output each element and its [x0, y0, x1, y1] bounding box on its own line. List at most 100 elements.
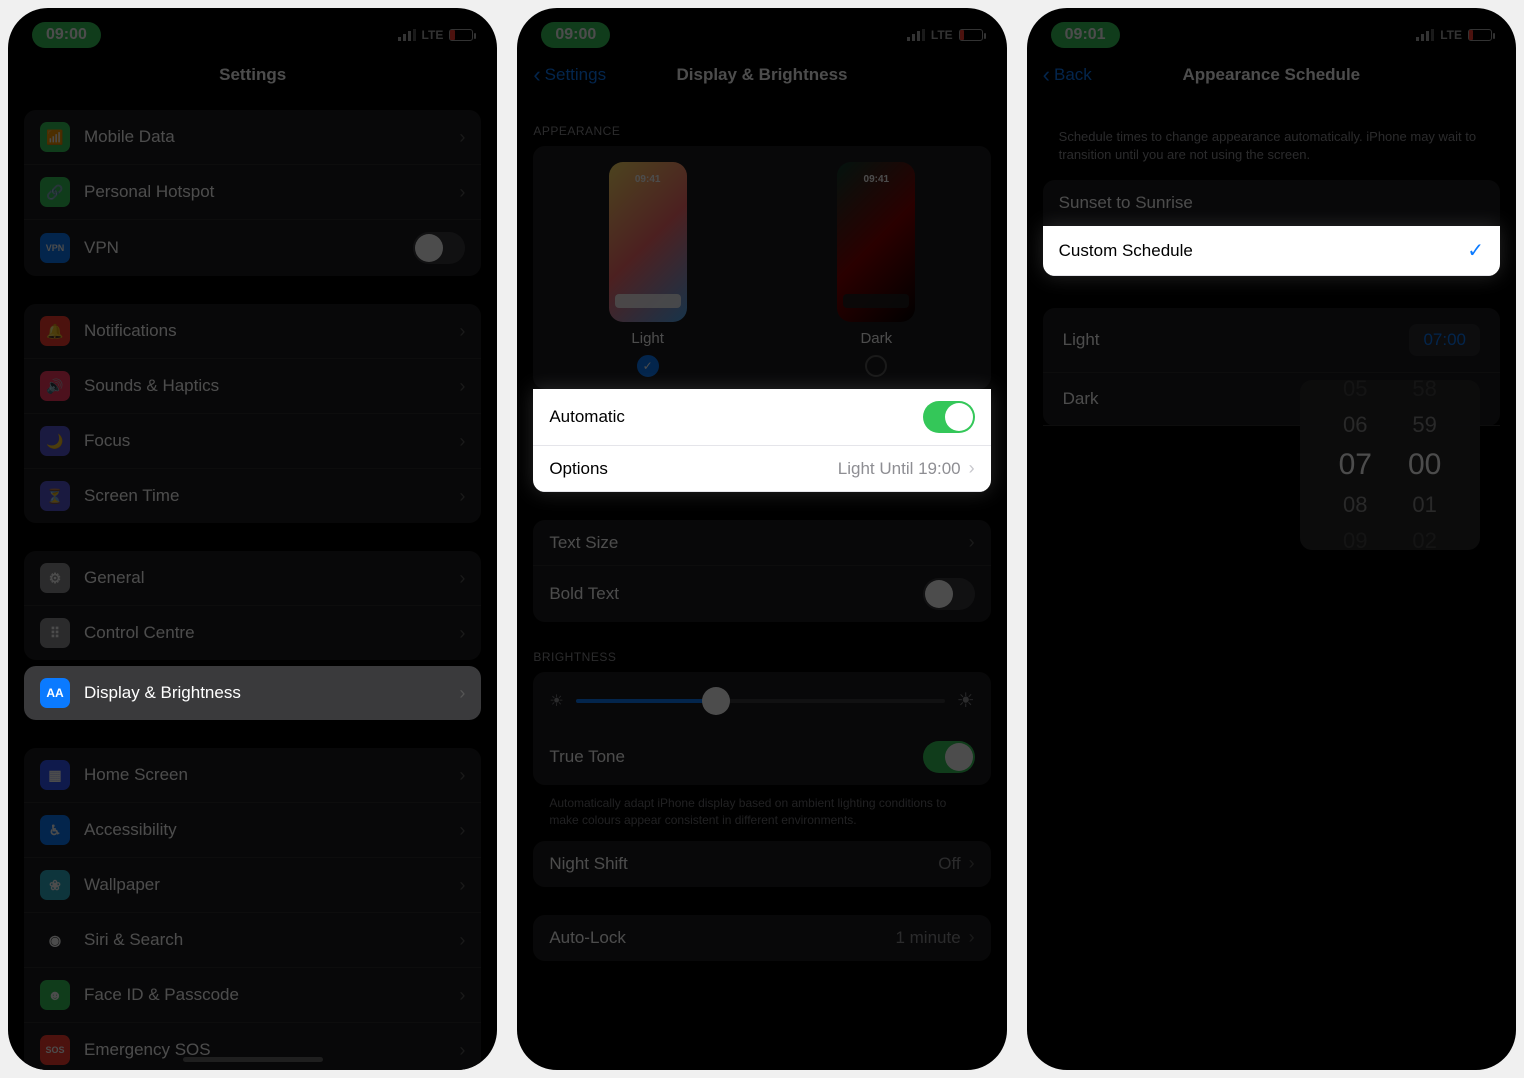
chevron-right-icon: ›	[459, 985, 465, 1006]
brightness-slider[interactable]	[576, 699, 945, 703]
chevron-right-icon: ›	[459, 127, 465, 148]
brightness-slider-row[interactable]: ☀︎ ☀︎	[533, 672, 990, 729]
chevron-right-icon: ›	[459, 930, 465, 951]
settings-row-wallpaper[interactable]: ❀Wallpaper›	[24, 858, 481, 913]
chevron-right-icon: ›	[969, 853, 975, 874]
settings-row-hotspot[interactable]: 🔗Personal Hotspot›	[24, 165, 481, 220]
home-indicator[interactable]	[183, 1057, 323, 1062]
settings-row-general[interactable]: ⚙︎General›	[24, 551, 481, 606]
sunset-sunrise-row[interactable]: Sunset to Sunrise	[1043, 180, 1500, 226]
navbar: ‹ Back Appearance Schedule	[1027, 52, 1516, 98]
settings-row-focus[interactable]: 🌙Focus›	[24, 414, 481, 469]
display-brightness-screen: 09:00 LTE ‹ Settings Display & Brightnes…	[517, 8, 1006, 1070]
chevron-right-icon: ›	[459, 431, 465, 452]
truetone-toggle[interactable]	[923, 741, 975, 773]
settings-row-notifications[interactable]: 🔔Notifications›	[24, 304, 481, 359]
settings-row-display[interactable]: AADisplay & Brightness›	[24, 666, 481, 720]
schedule-help: Schedule times to change appearance auto…	[1059, 128, 1484, 164]
page-title: Settings	[219, 65, 286, 85]
chevron-left-icon: ‹	[1043, 62, 1050, 88]
page-title: Display & Brightness	[676, 65, 847, 85]
chevron-right-icon: ›	[459, 765, 465, 786]
light-time-value[interactable]: 07:00	[1409, 324, 1480, 356]
battery-icon	[449, 29, 473, 41]
focus-icon: 🌙	[40, 426, 70, 456]
dark-thumb: 09:41	[837, 162, 915, 322]
hour-wheel[interactable]: 05 06 07 08 09	[1321, 376, 1390, 554]
signal-icon	[1416, 29, 1434, 41]
general-icon: ⚙︎	[40, 563, 70, 593]
signal-icon	[398, 29, 416, 41]
sounds-icon: 🔊	[40, 371, 70, 401]
dark-radio[interactable]	[865, 355, 887, 377]
network-label: LTE	[931, 28, 953, 42]
light-thumb: 09:41	[609, 162, 687, 322]
chevron-right-icon: ›	[459, 182, 465, 203]
settings-row-faceid[interactable]: ☻Face ID & Passcode›	[24, 968, 481, 1023]
network-label: LTE	[1440, 28, 1462, 42]
status-time: 09:00	[32, 22, 101, 48]
settings-row-accessibility[interactable]: ♿︎Accessibility›	[24, 803, 481, 858]
settings-row-vpn[interactable]: VPNVPN	[24, 220, 481, 276]
status-bar: 09:01 LTE	[1027, 8, 1516, 52]
settings-row-sounds[interactable]: 🔊Sounds & Haptics›	[24, 359, 481, 414]
light-time-row[interactable]: Light 07:00	[1043, 308, 1500, 373]
bold-toggle[interactable]	[923, 578, 975, 610]
autolock-row[interactable]: Auto-Lock 1 minute ›	[533, 915, 990, 961]
chevron-right-icon: ›	[969, 532, 975, 553]
navbar: Settings	[8, 52, 497, 98]
sun-low-icon: ☀︎	[549, 691, 563, 711]
vpn-toggle[interactable]	[413, 232, 465, 264]
network-label: LTE	[422, 28, 444, 42]
mode-light[interactable]: 09:41 Light	[609, 162, 687, 377]
chevron-right-icon: ›	[459, 321, 465, 342]
battery-icon	[1468, 29, 1492, 41]
back-button[interactable]: ‹ Settings	[533, 62, 606, 88]
nightshift-row[interactable]: Night Shift Off ›	[533, 841, 990, 887]
status-time: 09:00	[541, 22, 610, 48]
appearance-picker: 09:41 Light 09:41 Dark	[533, 146, 990, 389]
display-icon: AA	[40, 678, 70, 708]
chevron-right-icon: ›	[459, 1040, 465, 1061]
navbar: ‹ Settings Display & Brightness	[517, 52, 1006, 98]
truetone-row[interactable]: True Tone	[533, 729, 990, 785]
settings-row-sos[interactable]: SOSEmergency SOS›	[24, 1023, 481, 1070]
time-wheel[interactable]: 05 06 07 08 09 58 59 00 01 02	[1300, 380, 1480, 550]
options-row[interactable]: Options Light Until 19:00 ›	[533, 446, 990, 492]
vpn-icon: VPN	[40, 233, 70, 263]
status-bar: 09:00 LTE	[8, 8, 497, 52]
settings-row-home[interactable]: ▦Home Screen›	[24, 748, 481, 803]
chevron-right-icon: ›	[969, 927, 975, 948]
screentime-icon: ⏳	[40, 481, 70, 511]
mode-dark[interactable]: 09:41 Dark	[837, 162, 915, 377]
chevron-right-icon: ›	[459, 486, 465, 507]
battery-icon	[959, 29, 983, 41]
automatic-toggle[interactable]	[923, 401, 975, 433]
chevron-right-icon: ›	[459, 376, 465, 397]
custom-schedule-row[interactable]: Custom Schedule ✓	[1043, 226, 1500, 276]
hotspot-icon: 🔗	[40, 177, 70, 207]
mobile-data-icon: 📶	[40, 122, 70, 152]
settings-row-control-centre[interactable]: ⠿Control Centre›	[24, 606, 481, 660]
settings-screen: 09:00 LTE Settings 📶Mobile Data›🔗Persona…	[8, 8, 497, 1070]
settings-row-screentime[interactable]: ⏳Screen Time›	[24, 469, 481, 523]
chevron-right-icon: ›	[459, 623, 465, 644]
chevron-left-icon: ‹	[533, 62, 540, 88]
signal-icon	[907, 29, 925, 41]
automatic-row[interactable]: Automatic	[533, 389, 990, 446]
wallpaper-icon: ❀	[40, 870, 70, 900]
settings-row-siri[interactable]: ◉Siri & Search›	[24, 913, 481, 968]
bold-text-row[interactable]: Bold Text	[533, 566, 990, 622]
chevron-right-icon: ›	[459, 568, 465, 589]
notifications-icon: 🔔	[40, 316, 70, 346]
text-size-row[interactable]: Text Size ›	[533, 520, 990, 566]
status-bar: 09:00 LTE	[517, 8, 1006, 52]
minute-wheel[interactable]: 58 59 00 01 02	[1390, 376, 1459, 554]
light-radio[interactable]	[637, 355, 659, 377]
chevron-right-icon: ›	[459, 683, 465, 704]
settings-row-mobile-data[interactable]: 📶Mobile Data›	[24, 110, 481, 165]
back-button[interactable]: ‹ Back	[1043, 62, 1092, 88]
home-icon: ▦	[40, 760, 70, 790]
status-time: 09:01	[1051, 22, 1120, 48]
faceid-icon: ☻	[40, 980, 70, 1010]
